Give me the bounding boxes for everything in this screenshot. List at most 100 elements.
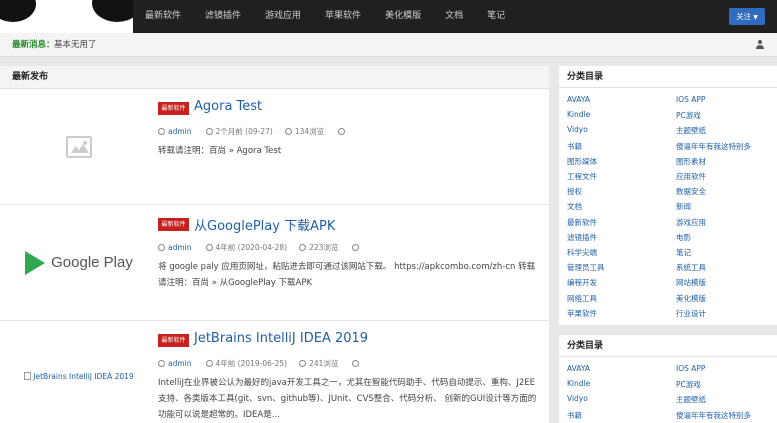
category-link[interactable]: 授权 (567, 186, 582, 197)
latest-posts-header: 最新发布 (0, 66, 549, 89)
category-link[interactable]: 行业设计 (676, 308, 706, 319)
follow-button[interactable]: 关注 ▼ (729, 8, 765, 25)
category-link[interactable]: 苹果软件 (567, 308, 597, 319)
category-link[interactable]: IOS APP (676, 364, 705, 373)
main-nav: 最新软件 滤镜插件 游戏应用 苹果软件 美化模版 文档 笔记 (133, 0, 517, 33)
post-title[interactable]: Agora Test (194, 99, 262, 114)
logo-shape-right (92, 0, 133, 22)
post-thumbnail[interactable] (0, 89, 158, 204)
post-thumbnail[interactable]: JetBrains IntelliJ IDEA 2019 (0, 321, 158, 423)
post-meta: admin 2个月前 (09-27) 134浏览 (158, 126, 348, 137)
post-views: 241浏览 (309, 359, 339, 368)
category-link[interactable]: 傻逼年年有我这特别多 (676, 410, 751, 421)
site-logo[interactable] (0, 0, 133, 33)
category-link[interactable]: PC游戏 (676, 110, 701, 121)
category-widget-title: 分类目录 (559, 335, 777, 357)
user-icon[interactable] (755, 40, 765, 50)
post-views: 223浏览 (309, 243, 339, 252)
post-title[interactable]: 从GooglePlay 下载APK (194, 215, 335, 234)
category-link[interactable]: 应用软件 (676, 171, 706, 182)
category-link[interactable]: 新闻 (676, 201, 691, 212)
category-link[interactable]: 书籍 (567, 141, 582, 152)
category-link[interactable]: 文档 (567, 201, 582, 212)
top-navbar: 最新软件 滤镜插件 游戏应用 苹果软件 美化模版 文档 笔记 关注 ▼ (0, 0, 777, 33)
nav-item-notes[interactable]: 笔记 (475, 0, 517, 33)
category-link[interactable]: 主题壁纸 (676, 394, 706, 405)
image-placeholder-icon (66, 135, 92, 158)
comment-icon[interactable] (338, 128, 346, 135)
post-item: Google Play 最新软件 从GooglePlay 下载APK admin… (0, 205, 549, 321)
ticker-text: 基本无用了 (54, 40, 97, 50)
category-link[interactable]: 最新软件 (567, 217, 597, 228)
nav-item-themes[interactable]: 美化模版 (373, 0, 433, 33)
category-link[interactable]: Kindle (567, 379, 590, 388)
logo-shape-left (0, 0, 36, 22)
latest-posts-panel: 最新发布 最新软件 Agora Test admin 2个月前 (09-27) … (0, 66, 549, 423)
category-link[interactable]: 网站模版 (676, 277, 706, 288)
category-link[interactable]: AVAYA (567, 95, 590, 104)
post-time: 4年前 (2020-04-28) (215, 243, 288, 252)
category-link[interactable]: 网络工具 (567, 293, 597, 304)
category-link[interactable]: 科学尖端 (567, 247, 597, 258)
post-time: 4年前 (2019-06-25) (215, 359, 288, 368)
category-badge[interactable]: 最新软件 (158, 218, 189, 231)
eye-icon (284, 128, 292, 135)
comment-icon[interactable] (352, 244, 360, 251)
category-link[interactable]: 傻逼年年有我这特别多 (676, 141, 751, 152)
category-link[interactable]: 电影 (676, 232, 691, 243)
category-link[interactable]: AVAYA (567, 364, 590, 373)
post-author[interactable]: admin (168, 359, 192, 368)
category-link[interactable]: 工程文件 (567, 171, 597, 182)
category-widget-title: 分类目录 (559, 66, 777, 88)
ticker-label: 最新消息： (12, 40, 55, 50)
nav-item-latest-software[interactable]: 最新软件 (133, 0, 193, 33)
post-item: 最新软件 Agora Test admin 2个月前 (09-27) 134浏览… (0, 89, 549, 205)
category-link[interactable]: Vidyo (567, 394, 588, 403)
nav-item-games-apps[interactable]: 游戏应用 (253, 0, 313, 33)
category-link[interactable]: 游戏应用 (676, 217, 706, 228)
category-link[interactable]: Kindle (567, 110, 590, 119)
clock-icon (205, 128, 213, 135)
category-link[interactable]: 图形素材 (676, 156, 706, 167)
post-time: 2个月前 (09-27) (215, 127, 273, 136)
nav-item-apple-software[interactable]: 苹果软件 (313, 0, 373, 33)
follow-label: 关注 (736, 12, 752, 21)
category-widget: 分类目录 AVAYA IOS APP Kindle PC游戏 Vidyo 主题壁纸书籍 傻逼… (559, 66, 777, 325)
author-icon (158, 360, 165, 367)
category-link[interactable]: 管理员工具 (567, 262, 605, 273)
google-play-logo-text: Google Play (51, 254, 133, 271)
category-link[interactable]: Vidyo (567, 125, 588, 134)
post-thumbnail[interactable]: Google Play (0, 205, 158, 320)
broken-image: JetBrains IntelliJ IDEA 2019 (24, 371, 134, 381)
category-link[interactable]: 编程开发 (567, 277, 597, 288)
category-link[interactable]: IOS APP (676, 95, 705, 104)
thumbnail-alt-text: JetBrains IntelliJ IDEA 2019 (33, 371, 134, 381)
category-link[interactable]: 美化模版 (676, 293, 706, 304)
clock-icon (205, 360, 213, 367)
author-icon (158, 244, 165, 251)
category-badge[interactable]: 最新软件 (158, 334, 189, 347)
post-views: 134浏览 (294, 127, 325, 136)
category-link[interactable]: 系统工具 (676, 262, 706, 273)
author-icon (158, 128, 165, 135)
category-link[interactable]: 图形媒体 (567, 156, 597, 167)
nav-item-docs[interactable]: 文档 (433, 0, 475, 33)
post-meta: admin 4年前 (2020-04-28) 223浏览 (158, 242, 362, 253)
category-link[interactable]: PC游戏 (676, 379, 701, 390)
category-badge[interactable]: 最新软件 (158, 102, 189, 115)
google-play-logo: Google Play (25, 250, 133, 275)
category-link[interactable]: 主题壁纸 (676, 125, 706, 136)
nav-item-filter-plugins[interactable]: 滤镜插件 (193, 0, 253, 33)
post-author[interactable]: admin (168, 243, 192, 252)
category-link[interactable]: 书籍 (567, 410, 582, 421)
post-item: JetBrains IntelliJ IDEA 2019 最新软件 JetBra… (0, 321, 549, 423)
post-title[interactable]: JetBrains IntelliJ IDEA 2019 (194, 331, 368, 346)
post-excerpt: 将 google paly 应用页网址，粘贴进去即可通过该网站下载。 https… (158, 262, 536, 288)
category-link[interactable]: 数据安全 (676, 186, 706, 197)
category-link[interactable]: 笔记 (676, 247, 691, 258)
post-author[interactable]: admin (168, 127, 192, 136)
category-link[interactable]: 滤镜插件 (567, 232, 597, 243)
post-meta: admin 4年前 (2019-06-25) 241浏览 (158, 358, 362, 369)
comment-icon[interactable] (352, 360, 360, 367)
eye-icon (299, 244, 307, 251)
